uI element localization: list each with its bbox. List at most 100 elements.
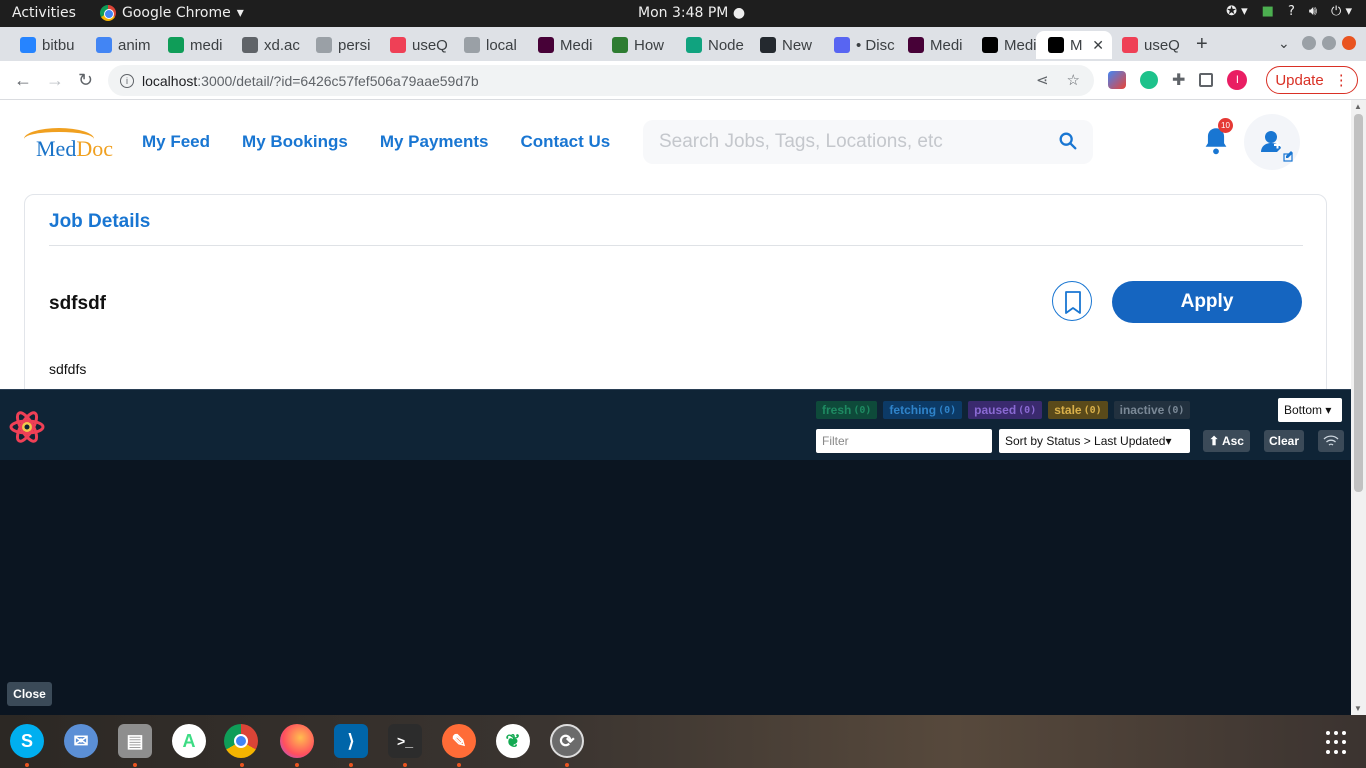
vscode-icon[interactable]: ⟩ (334, 724, 368, 758)
tab-favicon-icon (612, 37, 628, 53)
browser-tab[interactable]: useQ (1110, 31, 1192, 59)
chrome-icon (100, 5, 116, 21)
help-icon[interactable]: ? (1288, 4, 1295, 19)
logo-med: Med (36, 136, 77, 161)
filter-input[interactable]: Filter (816, 429, 992, 453)
reload-icon[interactable]: ↻ (78, 70, 93, 91)
browser-tab[interactable]: M ✕ (1036, 31, 1112, 59)
bookmark-button[interactable] (1052, 281, 1092, 321)
activities-button[interactable]: Activities (12, 5, 76, 21)
page-scrollbar[interactable]: ▲ ▼ (1351, 100, 1366, 715)
browser-tab[interactable]: bitbu (8, 31, 84, 59)
tab-label: local (486, 36, 517, 54)
extension-icon[interactable] (1140, 71, 1158, 89)
firefox-icon[interactable] (280, 724, 314, 758)
close-window-button[interactable] (1342, 36, 1356, 50)
browser-tab[interactable]: Medi (526, 31, 600, 59)
clock[interactable]: Mon 3:48 PM ● (638, 5, 745, 21)
show-applications-icon[interactable] (1326, 731, 1350, 755)
app-menu[interactable]: Google Chrome ▾ (100, 5, 244, 21)
tab-favicon-icon (908, 37, 924, 53)
position-value: Bottom (1284, 403, 1323, 417)
search-placeholder: Search Jobs, Tags, Locations, etc (659, 131, 943, 152)
chip-count: (0) (1166, 404, 1185, 416)
profile-avatar[interactable]: I (1227, 70, 1248, 90)
search-icon[interactable] (1057, 130, 1079, 152)
close-devtools-button[interactable]: Close (7, 682, 52, 706)
back-arrow-icon[interactable]: ← (14, 70, 32, 91)
software-updater-icon[interactable]: ⟳ (550, 724, 584, 758)
files-icon[interactable]: ▤ (118, 724, 152, 758)
maximize-button[interactable] (1322, 36, 1336, 50)
postman-icon[interactable]: ✎ (442, 724, 476, 758)
tab-favicon-icon (96, 37, 112, 53)
profile-button[interactable] (1244, 114, 1300, 170)
browser-tab[interactable]: xd.ac (230, 31, 304, 59)
clear-cache-button[interactable]: Clear (1264, 430, 1304, 452)
nav-my-payments[interactable]: My Payments (380, 132, 489, 152)
accessibility-icon[interactable]: ✪ ▾ (1226, 4, 1248, 19)
mail-icon[interactable]: ✉ (64, 724, 98, 758)
browser-tab[interactable]: How (600, 31, 674, 59)
extension-icon[interactable] (1108, 71, 1126, 89)
site-info-icon[interactable]: i (120, 73, 134, 88)
tab-favicon-icon (1122, 37, 1138, 53)
browser-tab[interactable]: useQ (378, 31, 452, 59)
update-button[interactable]: Update ⋮ (1266, 66, 1358, 94)
browser-tab[interactable]: medi (156, 31, 230, 59)
forward-arrow-icon[interactable]: → (46, 70, 64, 91)
browser-tab[interactable]: Node (674, 31, 748, 59)
browser-tab[interactable]: Medi (896, 31, 970, 59)
nav-my-feed[interactable]: My Feed (142, 132, 210, 152)
android-studio-icon[interactable]: A (172, 724, 206, 758)
address-bar[interactable]: i localhost:3000/detail/?id=6426c57fef50… (108, 65, 1094, 96)
power-icon[interactable]: ⏻ ▾ (1331, 4, 1352, 19)
scroll-down-icon[interactable]: ▼ (1354, 704, 1362, 713)
tab-favicon-icon (538, 37, 554, 53)
online-toggle-button[interactable] (1318, 430, 1344, 452)
new-tab-button[interactable]: + (1196, 33, 1208, 56)
side-panel-icon[interactable] (1199, 73, 1214, 87)
minimize-button[interactable] (1302, 36, 1316, 50)
chrome-dock-icon[interactable] (224, 724, 258, 758)
volume-icon[interactable]: 🔊︎ (1309, 4, 1317, 19)
browser-tab[interactable]: local (452, 31, 526, 59)
terminal-icon[interactable]: >_ (388, 724, 422, 758)
sort-value: Sort by Status > Last Updated (1005, 434, 1166, 448)
tab-label: M (1070, 36, 1083, 54)
browser-tab[interactable]: New (748, 31, 822, 59)
sort-select[interactable]: Sort by Status > Last Updated ▾ (999, 429, 1190, 453)
browser-tab[interactable]: anim (84, 31, 156, 59)
browser-tab[interactable]: • Disc (822, 31, 896, 59)
clock-text: Mon 3:48 PM (638, 5, 729, 21)
react-query-logo-icon[interactable] (8, 408, 46, 446)
update-shield-icon[interactable]: ■ (1262, 4, 1274, 19)
browser-tab[interactable]: persi (304, 31, 378, 59)
tab-favicon-icon (390, 37, 406, 53)
chevron-down-icon: ▾ (236, 5, 244, 21)
notifications-button[interactable]: 10 (1202, 118, 1233, 156)
share-icon[interactable]: ⋖ (1036, 71, 1049, 89)
chip-label: fetching (889, 403, 937, 417)
scroll-up-icon[interactable]: ▲ (1354, 102, 1362, 111)
browser-tab[interactable]: Medi (970, 31, 1036, 59)
sort-direction-button[interactable]: ⬆ Asc (1203, 430, 1250, 452)
close-tab-icon[interactable]: ✕ (1092, 37, 1104, 54)
nav-contact-us[interactable]: Contact Us (521, 132, 611, 152)
apply-button[interactable]: Apply (1112, 281, 1302, 323)
search-input[interactable]: Search Jobs, Tags, Locations, etc (643, 120, 1093, 164)
job-title: sdfsdf (49, 293, 106, 314)
meddoc-logo[interactable]: MedDoc (22, 126, 118, 162)
skype-icon[interactable]: S (10, 724, 44, 758)
tab-label: Medi (930, 36, 963, 54)
puzzle-icon[interactable]: ✚ (1172, 70, 1185, 90)
nav-my-bookings[interactable]: My Bookings (242, 132, 348, 152)
tab-label: bitbu (42, 36, 75, 54)
tab-search-icon[interactable]: ⌄ (1278, 35, 1290, 52)
bookmark-star-icon[interactable]: ☆ (1067, 71, 1080, 89)
more-menu-icon: ⋮ (1333, 72, 1349, 89)
mongodb-compass-icon[interactable]: ❦ (496, 724, 530, 758)
system-tray[interactable]: ✪ ▾ ■ ? 🔊︎ ⏻ ▾ (1226, 4, 1352, 19)
scrollbar-thumb[interactable] (1354, 114, 1363, 492)
position-select[interactable]: Bottom ▾ (1278, 398, 1342, 422)
